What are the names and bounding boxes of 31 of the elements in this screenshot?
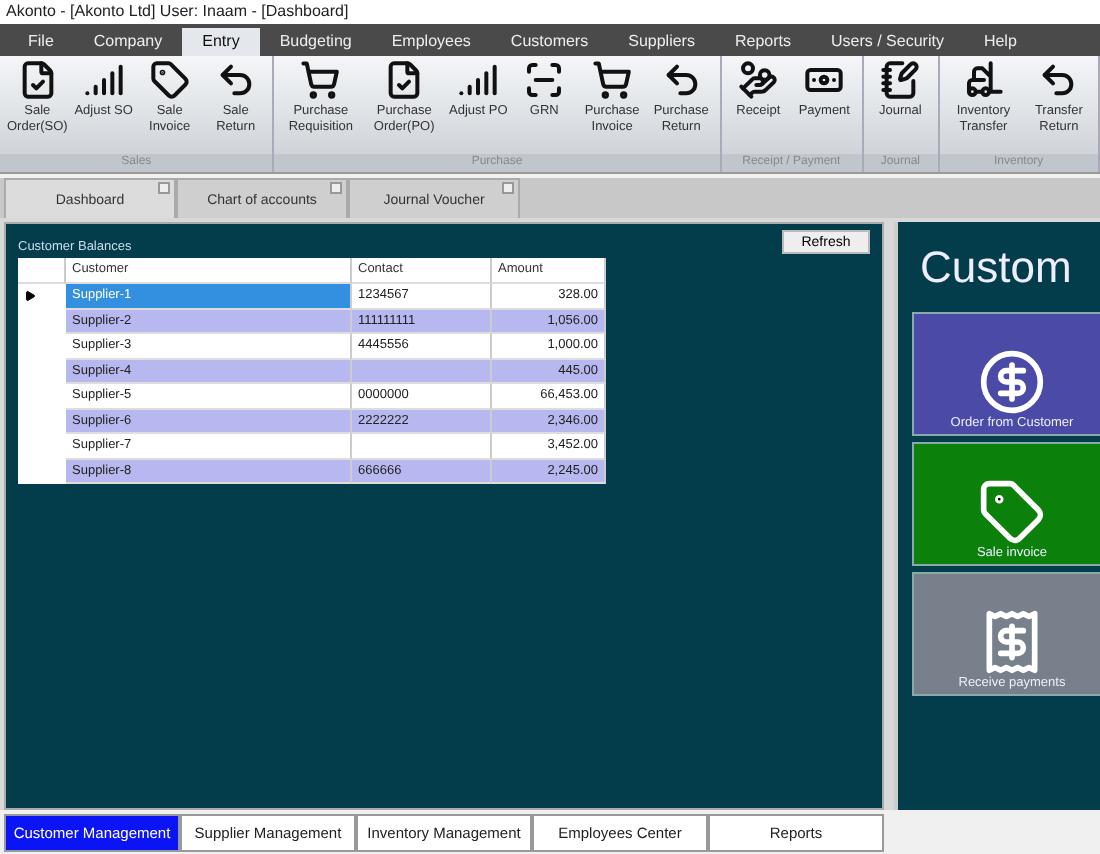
tag-icon [978,478,1046,546]
document-check-icon [17,60,58,100]
window-title: Akonto - [Akonto Ltd] User: Inaam - [Dashboard] [0,0,1100,24]
dollar-circle-icon [978,348,1046,416]
menu-item[interactable]: Customers [490,28,609,56]
scan-icon [524,60,565,100]
menu-item[interactable]: Company [73,28,183,56]
menu-item[interactable]: Entry [182,28,260,56]
undo-icon [661,60,702,100]
menu-item[interactable]: Employees [371,28,491,56]
menu-item[interactable]: Suppliers [608,28,715,56]
bars-icon [83,60,124,100]
menu-item[interactable]: Help [963,28,1037,56]
menu-item[interactable]: Users / Security [810,28,964,56]
undo-icon [1038,60,1079,100]
document-check-icon [384,60,425,100]
forklift-icon [963,60,1004,100]
cart-icon [592,60,633,100]
bars-icon [458,60,499,100]
row-pointer-icon [24,290,36,303]
panel-heading: Custom [920,242,1074,294]
notebook-icon [880,60,921,100]
menu-item[interactable]: Budgeting [259,28,372,56]
menu-item[interactable]: File [8,28,74,56]
table-cell [352,434,492,459]
table-cell [352,359,492,384]
cart-icon [300,60,341,100]
menu-item[interactable]: Reports [714,28,811,56]
tag-icon [149,60,190,100]
undo-icon [215,60,256,100]
hand-coins-icon [738,60,779,100]
